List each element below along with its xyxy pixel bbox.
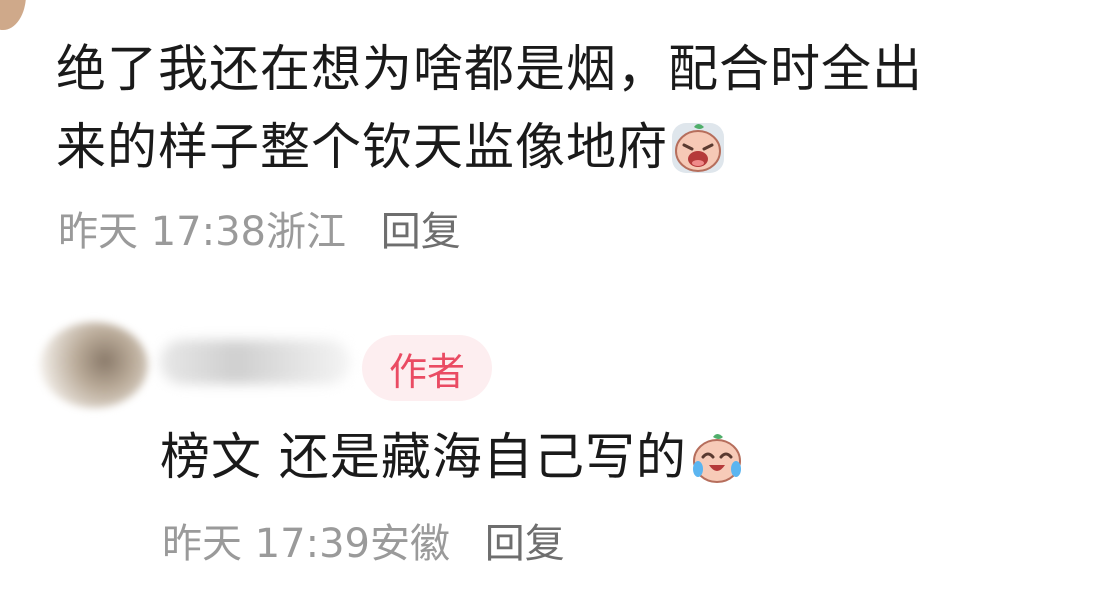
comment-location: 浙江 xyxy=(266,209,346,255)
comment-date: 昨天 xyxy=(162,521,242,567)
reply-text: 榜文 还是藏海自己写的 xyxy=(160,432,745,489)
comment-text: 绝了我还在想为啥都是烟，配合时全出 xyxy=(56,40,923,98)
comment-text: 榜文 还是藏海自己写的 xyxy=(160,428,687,486)
reply-button[interactable]: 回复 xyxy=(381,209,461,255)
comment-meta: 昨天 17:38浙江 回复 xyxy=(58,212,461,252)
comment-text: 来的样子整个钦天监像地府 xyxy=(56,118,668,176)
reply-button[interactable]: 回复 xyxy=(485,521,565,567)
comment-location: 安徽 xyxy=(370,521,450,567)
avatar[interactable] xyxy=(0,0,26,30)
comment-text-line2: 来的样子整个钦天监像地府 xyxy=(56,122,726,179)
comment-time: 17:39 xyxy=(254,521,370,567)
crying-face-icon xyxy=(670,119,726,175)
author-badge: 作者 xyxy=(362,335,492,401)
comment-date: 昨天 xyxy=(58,209,138,255)
laughing-tears-face-icon xyxy=(689,429,745,485)
comment-time: 17:38 xyxy=(150,209,266,255)
comment-text-line1: 绝了我还在想为啥都是烟，配合时全出 xyxy=(56,44,923,94)
avatar[interactable] xyxy=(40,322,148,408)
username[interactable] xyxy=(160,340,350,384)
comment-meta: 昨天 17:39安徽 回复 xyxy=(162,524,565,564)
author-badge-label: 作者 xyxy=(388,349,465,394)
